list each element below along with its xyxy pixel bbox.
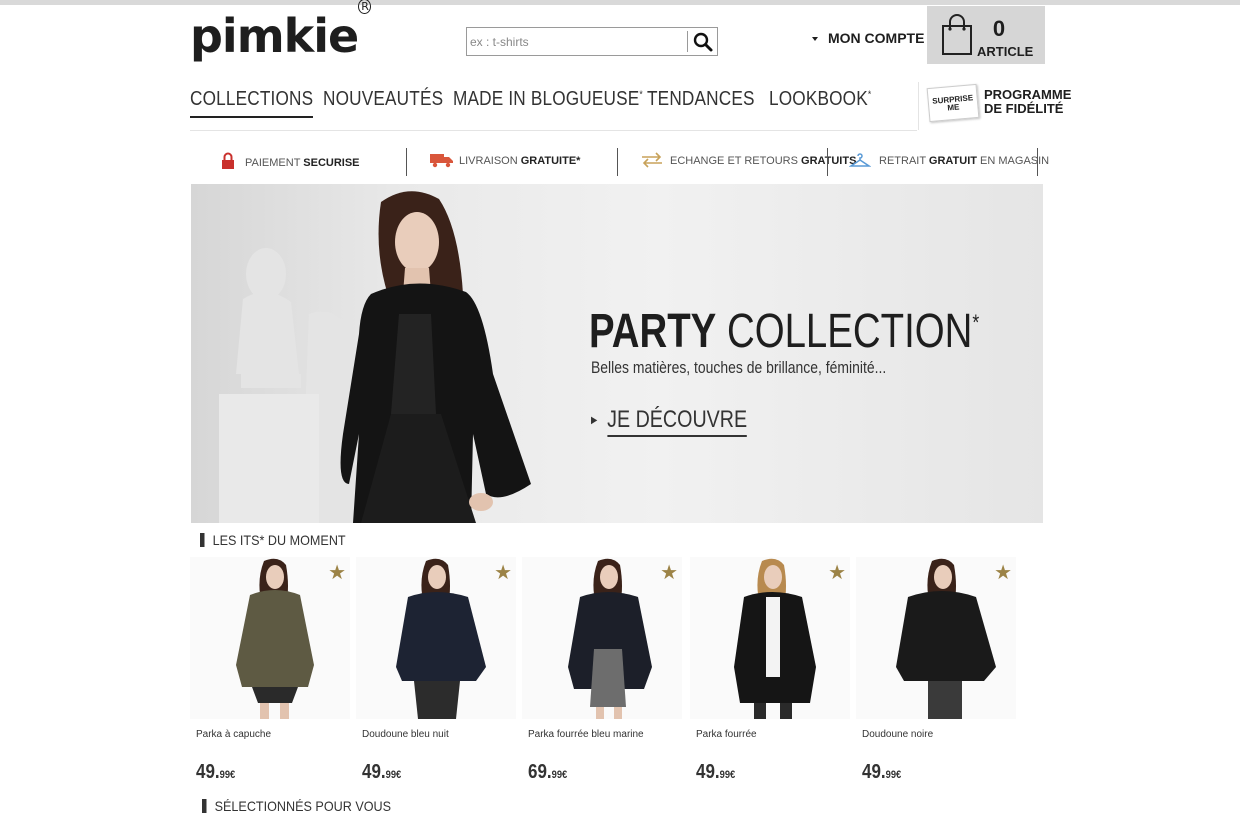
product-price: 49.99€ [862,761,902,783]
account-menu[interactable]: MON COMPTE [812,30,924,46]
product-name[interactable]: Parka fourrée bleu marine [528,729,644,740]
model-photo [396,558,486,719]
product-image[interactable] [190,557,350,719]
cart-count: 0 [992,16,1006,41]
nav-item-made-in-blogueuse[interactable]: MADE IN BLOGUEUSE* [453,88,643,111]
nav-item-tendances[interactable]: TENDANCES [647,88,755,111]
service-divider [1037,148,1038,176]
product-card[interactable]: ★ Parka à capuche 49.99€ [190,557,350,787]
product-price: 69.99€ [528,761,568,783]
delivery-truck-icon [430,154,453,168]
service-secure-payment[interactable]: PAIEMENT SECURISE [221,152,360,176]
nav-item-lookbook[interactable]: LOOKBOOK* [769,88,871,111]
nav-item-collections[interactable]: COLLECTIONS [190,88,314,118]
asterisk-mark: * [867,89,872,101]
search-box[interactable] [466,27,718,56]
exchange-arrows-icon [642,152,662,168]
product-name[interactable]: Parka fourrée [696,729,757,740]
surprise-me-badge-icon[interactable]: SURPRISE ME [926,83,980,123]
product-image[interactable] [356,557,516,719]
service-divider [827,148,828,176]
product-card[interactable]: ★ Parka fourrée bleu marine 69.99€ [522,557,682,787]
product-price: 49.99€ [196,761,236,783]
search-input[interactable] [467,28,688,55]
model-photo [568,558,652,719]
cart-button[interactable]: 0 ARTICLE [927,6,1045,64]
model-photo [236,558,314,719]
product-image[interactable] [856,557,1016,719]
caret-down-icon [812,37,818,42]
section-title-its: LES ITS* DU MOMENT [200,532,346,548]
service-free-delivery[interactable]: LIVRAISON GRATUITE* [429,152,580,176]
search-icon [693,32,713,52]
product-name[interactable]: Parka à capuche [196,729,271,740]
favorite-star-icon[interactable]: ★ [828,563,846,583]
service-free-returns[interactable]: ECHANGE ET RETOURS GRATUITS [640,152,856,176]
section-bar [200,533,205,547]
search-button[interactable] [691,30,715,54]
browser-top-edge [0,0,1240,5]
favorite-star-icon[interactable]: ★ [494,563,512,583]
product-name[interactable]: Doudoune bleu nuit [362,729,449,740]
hero-discover-link[interactable]: ▶ JE DÉCOUVRE [591,406,748,437]
asterisk-mark: * [639,89,643,101]
favorite-star-icon[interactable]: ★ [328,563,346,583]
pimkie-logo[interactable]: pimkieR [190,0,371,64]
registered-mark: R [358,0,371,14]
hero-subtitle: Belles matières, touches de brillance, f… [591,358,887,377]
service-store-pickup[interactable]: RETRAIT GRATUIT EN MAGASIN [848,152,1049,176]
product-card[interactable]: ★ Doudoune bleu nuit 49.99€ [356,557,516,787]
hanger-icon [848,153,872,167]
service-divider [406,148,407,176]
section-title-selected: SÉLECTIONNÉS POUR VOUS [202,798,391,814]
lock-icon [222,152,234,169]
product-name[interactable]: Doudoune noire [862,729,933,740]
asterisk-mark: * [972,310,980,335]
shopping-bag-icon [942,14,972,55]
search-divider [687,31,688,52]
product-price: 49.99€ [696,761,736,783]
product-price: 49.99€ [362,761,402,783]
account-label: MON COMPTE [828,30,925,46]
model-photo [734,558,816,719]
product-card[interactable]: ★ Doudoune noire 49.99€ [856,557,1016,787]
favorite-star-icon[interactable]: ★ [994,563,1012,583]
model-photo [896,558,996,719]
nav-vertical-divider [918,82,919,130]
product-image[interactable] [522,557,682,719]
service-divider [617,148,618,176]
cart-label: ARTICLE [977,44,1034,59]
product-card[interactable]: ★ Parka fourrée 49.99€ [690,557,850,787]
favorite-star-icon[interactable]: ★ [660,563,678,583]
section-bar [202,799,207,813]
loyalty-program-link[interactable]: PROGRAMME DE FIDÉLITÉ [984,88,1071,116]
hero-title: PARTY COLLECTION* [589,305,980,358]
nav-divider [190,130,917,131]
product-image[interactable] [690,557,850,719]
nav-item-nouveautes[interactable]: NOUVEAUTÉS [323,88,443,111]
triangle-right-icon: ▶ [591,415,598,427]
